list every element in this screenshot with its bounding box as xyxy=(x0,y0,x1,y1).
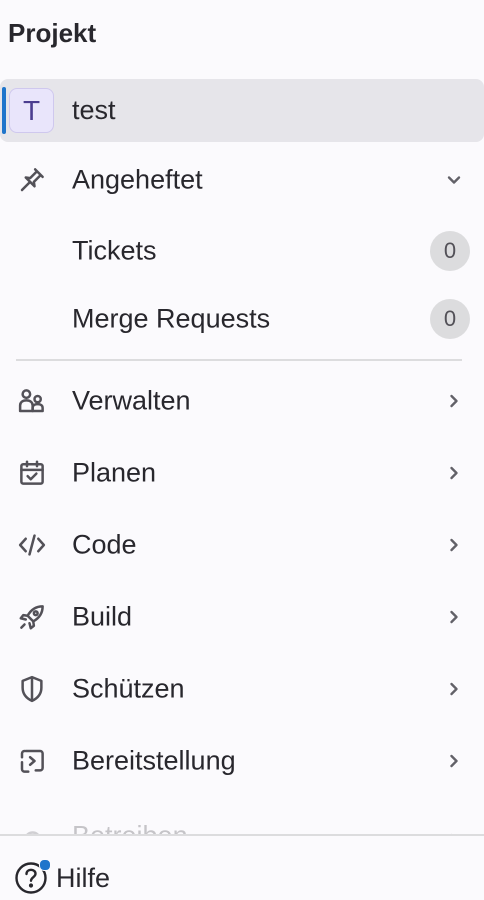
shield-icon xyxy=(16,673,48,705)
users-icon xyxy=(16,385,48,417)
cloud-icon xyxy=(16,824,48,834)
count-badge: 0 xyxy=(430,231,470,271)
pinned-item-label: Tickets xyxy=(72,235,157,266)
project-section-title: Projekt xyxy=(8,18,97,48)
sidebar-item-build[interactable]: Build xyxy=(0,587,484,647)
sidebar-item-planen[interactable]: Planen xyxy=(0,443,484,503)
thumbtack-icon xyxy=(16,164,48,196)
help-button[interactable]: Hilfe xyxy=(14,858,110,898)
sidebar-item-label: Betreiben xyxy=(72,821,188,835)
question-icon xyxy=(14,859,51,895)
divider xyxy=(16,359,462,361)
help-label: Hilfe xyxy=(56,862,111,893)
sidebar-item-label: Planen xyxy=(72,457,157,488)
count-badge: 0 xyxy=(430,299,470,339)
sidebar-item-label: Code xyxy=(72,529,137,560)
sidebar-item-bereitstellung[interactable]: Bereitstellung xyxy=(0,731,484,791)
pinned-label: Angeheftet xyxy=(72,164,203,195)
chevron-right-icon xyxy=(444,463,464,483)
chevron-down-icon xyxy=(444,170,464,190)
sidebar-item-code[interactable]: Code xyxy=(0,515,484,575)
deployments-icon xyxy=(16,745,48,777)
sidebar-item-schuetzen[interactable]: Schützen xyxy=(0,659,484,719)
sidebar-item-betreiben[interactable]: Betreiben xyxy=(0,808,484,834)
pinned-item-tickets[interactable]: Tickets 0 xyxy=(0,221,484,281)
pinned-item-label: Merge Requests xyxy=(72,303,271,334)
pinned-section-toggle[interactable]: Angeheftet xyxy=(0,150,484,210)
chevron-right-icon xyxy=(444,391,464,411)
chevron-right-icon xyxy=(444,535,464,555)
active-indicator xyxy=(2,87,6,134)
code-icon xyxy=(16,529,48,561)
notification-dot xyxy=(39,859,51,871)
sidebar-item-label: Bereitstellung xyxy=(72,745,236,776)
rocket-icon xyxy=(16,601,48,633)
pinned-item-merge-requests[interactable]: Merge Requests 0 xyxy=(0,289,484,349)
sidebar-item-verwalten[interactable]: Verwalten xyxy=(0,371,484,431)
chevron-right-icon xyxy=(444,607,464,627)
sidebar-footer: Hilfe xyxy=(0,834,484,896)
calendar-icon xyxy=(16,457,48,489)
chevron-right-icon xyxy=(444,751,464,771)
sidebar-item-label: Build xyxy=(72,601,133,632)
sidebar-item-label: Verwalten xyxy=(72,385,191,416)
project-link-test[interactable]: T test xyxy=(0,79,484,142)
project-name: test xyxy=(72,95,116,125)
sidebar-item-label: Schützen xyxy=(72,673,185,704)
project-avatar: T xyxy=(9,88,54,133)
chevron-right-icon xyxy=(444,679,464,699)
